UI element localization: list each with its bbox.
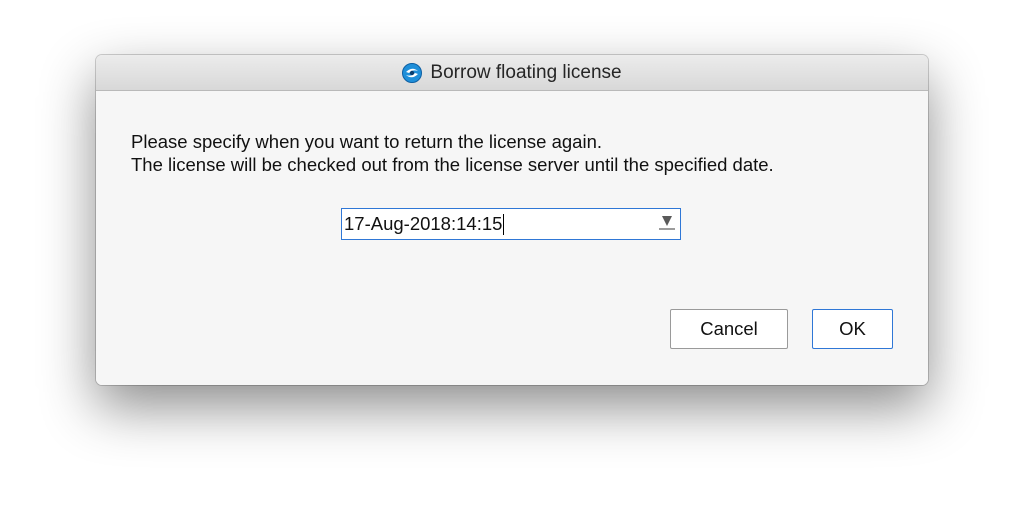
dialog-title: Borrow floating license: [430, 61, 622, 83]
return-date-input[interactable]: 17-Aug-2018:14:15: [342, 209, 654, 239]
ok-button[interactable]: OK: [812, 309, 893, 349]
app-logo-icon: [402, 62, 423, 83]
cancel-button[interactable]: Cancel: [670, 309, 788, 349]
title-bar[interactable]: Borrow floating license: [96, 55, 928, 91]
instruction-line-2: The license will be checked out from the…: [131, 154, 774, 175]
instruction-message: Please specify when you want to return t…: [131, 130, 774, 176]
return-date-combobox[interactable]: 17-Aug-2018:14:15: [341, 208, 681, 240]
text-cursor: [503, 213, 505, 235]
screen: Borrow floating license Please specify w…: [0, 0, 1024, 522]
triangle-down-icon: [658, 212, 676, 235]
instruction-line-1: Please specify when you want to return t…: [131, 131, 603, 152]
borrow-license-dialog: Borrow floating license Please specify w…: [96, 55, 928, 385]
dropdown-button[interactable]: [654, 209, 680, 239]
dialog-content: Please specify when you want to return t…: [96, 92, 928, 385]
return-date-value: 17-Aug-2018:14:15: [344, 213, 503, 234]
